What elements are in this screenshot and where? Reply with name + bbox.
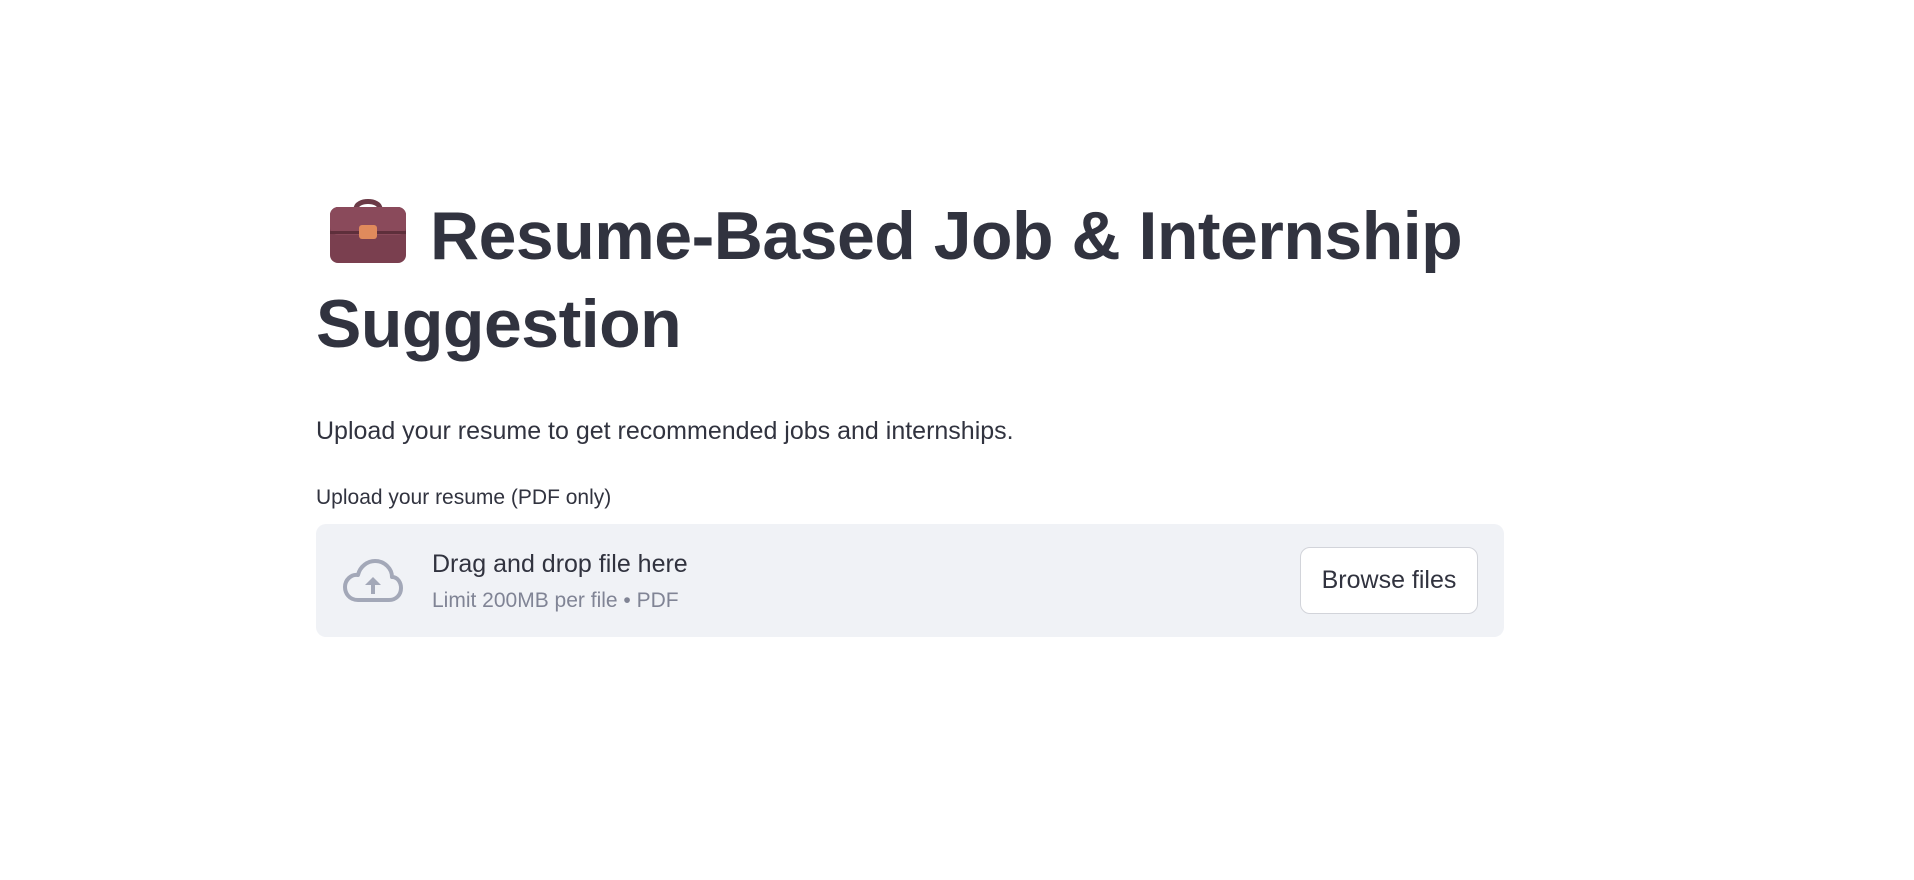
app-root: Resume-Based Job & Internship Suggestion… (0, 0, 1914, 880)
briefcase-icon (328, 195, 408, 265)
dropzone-text: Drag and drop file here Limit 200MB per … (432, 548, 1300, 614)
page-subtitle: Upload your resume to get recommended jo… (316, 417, 1014, 445)
file-dropzone[interactable]: Drag and drop file here Limit 200MB per … (316, 524, 1504, 637)
dropzone-limit: Limit 200MB per file • PDF (432, 588, 679, 612)
browse-files-button[interactable]: Browse files (1300, 547, 1478, 614)
uploader-label: Upload your resume (PDF only) (316, 486, 612, 509)
page-title: Resume-Based Job & Internship Suggestion (316, 192, 1504, 368)
main-content: Resume-Based Job & Internship Suggestion… (316, 192, 1504, 637)
page-title-text: Resume-Based Job & Internship Suggestion (316, 198, 1481, 362)
dropzone-instructions: Drag and drop file here (432, 549, 688, 578)
cloud-upload-icon (342, 558, 404, 604)
